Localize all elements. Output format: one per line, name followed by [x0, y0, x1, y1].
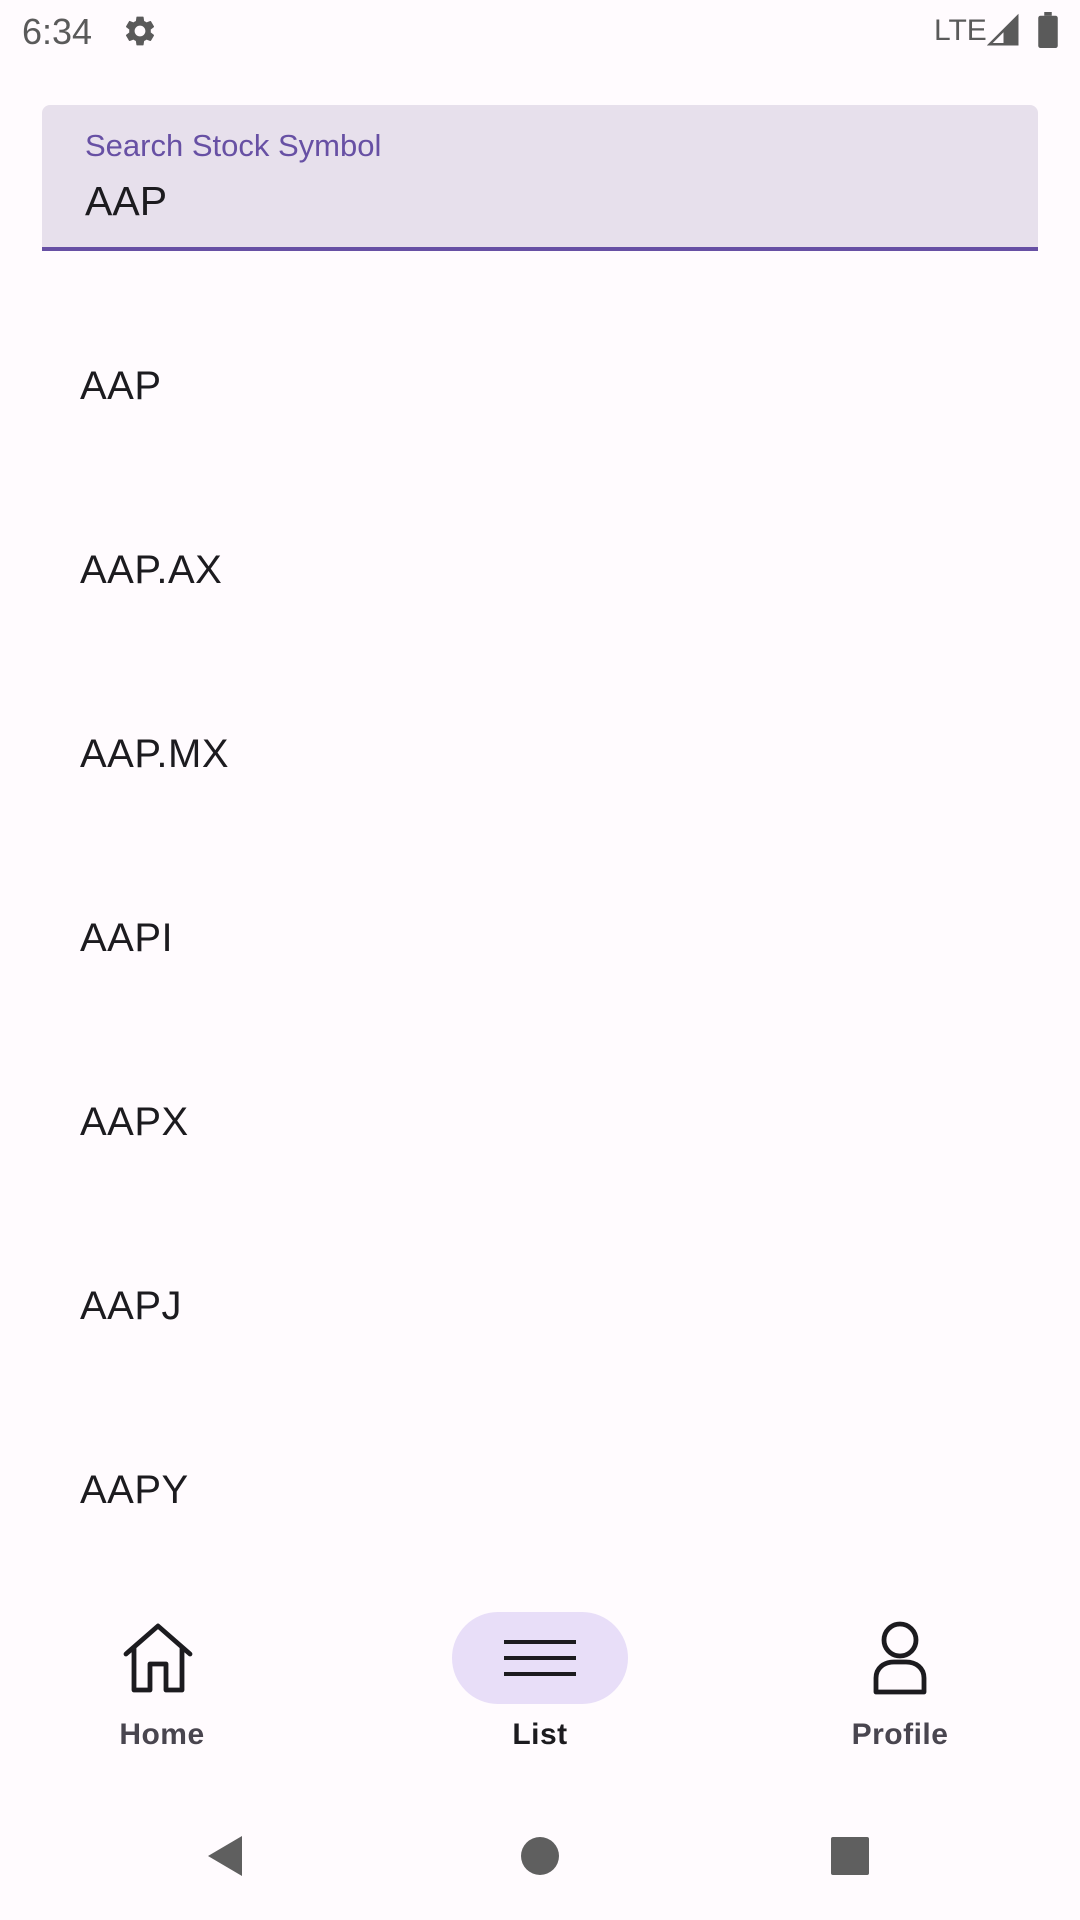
status-time: 6:34	[22, 11, 93, 52]
list-item[interactable]: AAPY	[0, 1397, 1080, 1581]
nav-label-profile: Profile	[851, 1718, 949, 1751]
list-item[interactable]: AAP.MX	[0, 661, 1080, 845]
recents-icon[interactable]	[820, 1826, 880, 1886]
nav-label-list: List	[512, 1718, 568, 1751]
list-item[interactable]: AAPJ	[0, 1213, 1080, 1397]
screen: 6:34 LTE Search Stock Symbol AAP AAP.AX …	[0, 0, 1080, 1920]
list-item[interactable]: AAP.AX	[0, 477, 1080, 661]
search-label: Search Stock Symbol	[85, 128, 382, 163]
nav-item-profile[interactable]: Profile	[720, 1584, 1080, 1790]
list-item[interactable]: AAPI	[0, 845, 1080, 1029]
network-type: LTE	[934, 14, 987, 47]
list-item-label: AAPI	[80, 916, 174, 960]
list-item-label: AAP.MX	[80, 732, 229, 776]
back-icon[interactable]	[196, 1826, 256, 1886]
bottom-navigation: Home List Profile	[0, 1584, 1080, 1790]
battery-icon	[1038, 12, 1058, 48]
home-circle-icon[interactable]	[510, 1826, 570, 1886]
signal-icon	[987, 13, 1019, 46]
result-list: AAP AAP.AX AAP.MX AAPI AAPX AAPJ AAPY	[0, 293, 1080, 1581]
search-field[interactable]: Search Stock Symbol	[42, 105, 1038, 251]
list-item-label: AAPX	[80, 1100, 189, 1144]
list-item-label: AAP	[80, 364, 162, 408]
list-item-label: AAPJ	[80, 1284, 183, 1328]
profile-icon	[873, 1621, 927, 1695]
nav-item-home[interactable]: Home	[0, 1584, 360, 1790]
list-icon	[504, 1640, 576, 1676]
nav-label-home: Home	[119, 1718, 205, 1751]
status-bar: 6:34 LTE	[0, 0, 1080, 63]
search-input[interactable]	[85, 176, 985, 226]
list-item[interactable]: AAP	[0, 293, 1080, 477]
list-item-label: AAPY	[80, 1468, 189, 1512]
nav-item-list[interactable]: List	[360, 1584, 720, 1790]
system-navigation-bar	[0, 1790, 1080, 1920]
list-item-label: AAP.AX	[80, 548, 223, 592]
list-item[interactable]: AAPX	[0, 1029, 1080, 1213]
gear-icon	[125, 16, 155, 46]
home-icon	[123, 1623, 193, 1693]
